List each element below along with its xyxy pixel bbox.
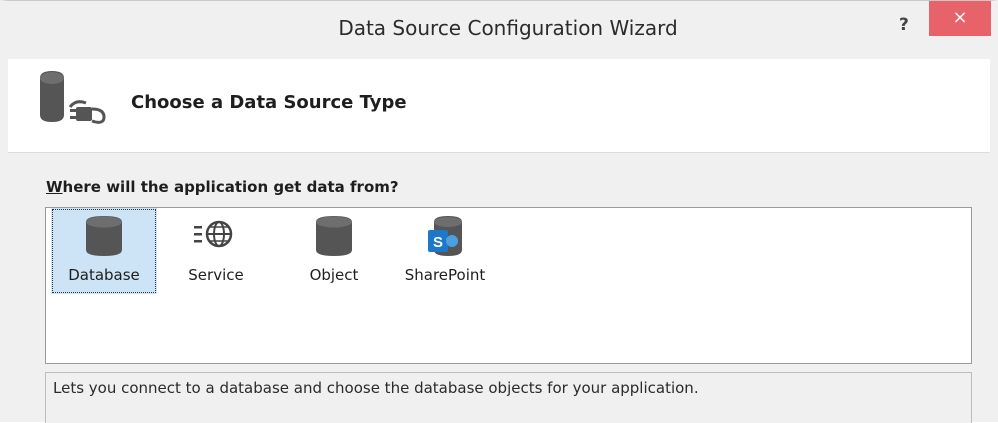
- source-type-service[interactable]: Service: [168, 208, 264, 294]
- sharepoint-icon: S: [428, 216, 462, 256]
- service-globe-icon: [194, 220, 233, 248]
- database-icon: [86, 216, 122, 256]
- prompt-accesskey: W: [46, 178, 63, 196]
- description-panel: Lets you connect to a database and choos…: [45, 372, 972, 423]
- prompt-text: here will the application get data from?: [62, 178, 399, 196]
- window-title: Data Source Configuration Wizard: [338, 16, 678, 40]
- title-bar: Data Source Configuration Wizard ? ×: [8, 1, 991, 59]
- source-type-sharepoint[interactable]: S SharePoint: [390, 208, 500, 294]
- description-text: Lets you connect to a database and choos…: [53, 379, 699, 397]
- source-type-prompt: Where will the application get data from…: [46, 178, 399, 196]
- source-type-object[interactable]: Object: [286, 208, 382, 294]
- database-plug-icon: [40, 71, 106, 124]
- source-type-database[interactable]: Database: [51, 208, 157, 294]
- source-type-list[interactable]: Database Service Object S SharePoint: [45, 207, 972, 364]
- source-type-label: Service: [188, 266, 244, 284]
- close-button[interactable]: ×: [929, 1, 991, 36]
- source-type-label: Object: [309, 266, 359, 284]
- source-type-label: Database: [68, 266, 140, 284]
- object-cylinder-icon: [316, 216, 352, 256]
- source-type-label: SharePoint: [404, 266, 486, 284]
- wizard-header: Choose a Data Source Type: [8, 59, 990, 153]
- help-button[interactable]: ?: [899, 15, 909, 35]
- page-title: Choose a Data Source Type: [131, 92, 407, 113]
- wizard-window: Data Source Configuration Wizard ? × Cho…: [0, 0, 998, 423]
- svg-text:S: S: [433, 234, 443, 251]
